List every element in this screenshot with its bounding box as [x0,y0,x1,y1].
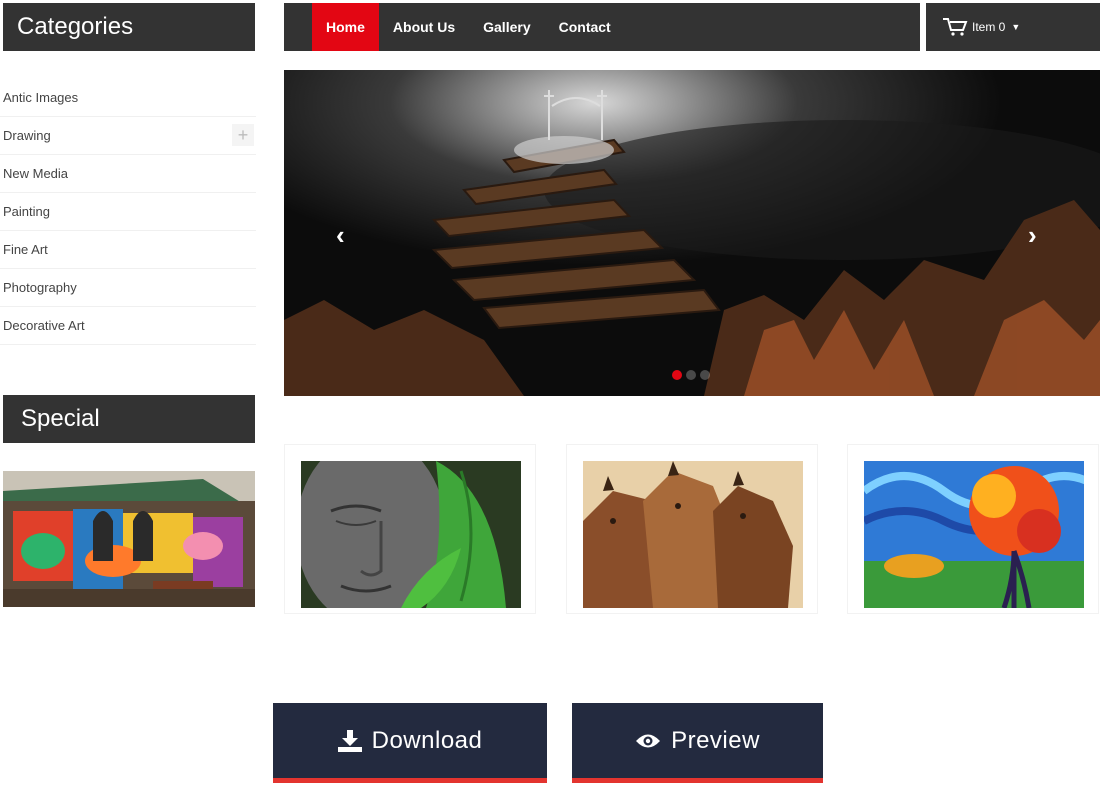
download-label: Download [371,726,483,754]
nav-contact[interactable]: Contact [545,3,625,51]
category-item-antic-images[interactable]: Antic Images [0,79,256,117]
preview-button[interactable]: Preview [572,703,823,783]
slider-dot-2[interactable] [686,370,696,380]
category-item-fine-art[interactable]: Fine Art [0,231,256,269]
nav-about-us[interactable]: About Us [379,3,469,51]
hero-slide-image [284,70,1100,396]
preview-label: Preview [671,726,760,754]
shopping-cart-icon [943,18,968,36]
product-card-horses[interactable] [566,444,818,614]
slider-dots [672,370,710,380]
special-heading: Special [3,395,255,443]
nav-home[interactable]: Home [312,3,379,51]
download-button[interactable]: Download [273,703,547,783]
categories-heading: Categories [3,3,255,51]
expand-plus-icon[interactable]: + [232,124,254,146]
category-item-photography[interactable]: Photography [0,269,256,307]
hero-slider: ‹ › [284,70,1100,396]
slider-dot-3[interactable] [700,370,710,380]
category-item-drawing[interactable]: Drawing + [0,117,256,155]
category-item-painting[interactable]: Painting [0,193,256,231]
category-list: Antic Images Drawing + New Media Painting… [0,79,256,345]
special-graffiti-image[interactable] [3,471,255,607]
category-item-decorative-art[interactable]: Decorative Art [0,307,256,345]
cart-button[interactable]: Item 0 ▼ [926,3,1100,51]
slider-prev-arrow[interactable]: ‹ [336,220,345,251]
eye-icon [636,734,661,747]
product-card-buddha[interactable] [284,444,536,614]
download-icon [337,729,362,752]
product-card-tree[interactable] [847,444,1099,614]
slider-dot-1[interactable] [672,370,682,380]
tree-painting-image[interactable] [864,461,1084,608]
category-item-new-media[interactable]: New Media [0,155,256,193]
caret-down-icon: ▼ [1011,22,1021,32]
slider-next-arrow[interactable]: › [1028,220,1037,251]
nav-gallery[interactable]: Gallery [469,3,544,51]
buddha-image[interactable] [301,461,521,608]
cart-label: Item 0 [972,20,1006,34]
main-navbar: Home About Us Gallery Contact [284,3,920,51]
horses-image[interactable] [583,461,803,608]
